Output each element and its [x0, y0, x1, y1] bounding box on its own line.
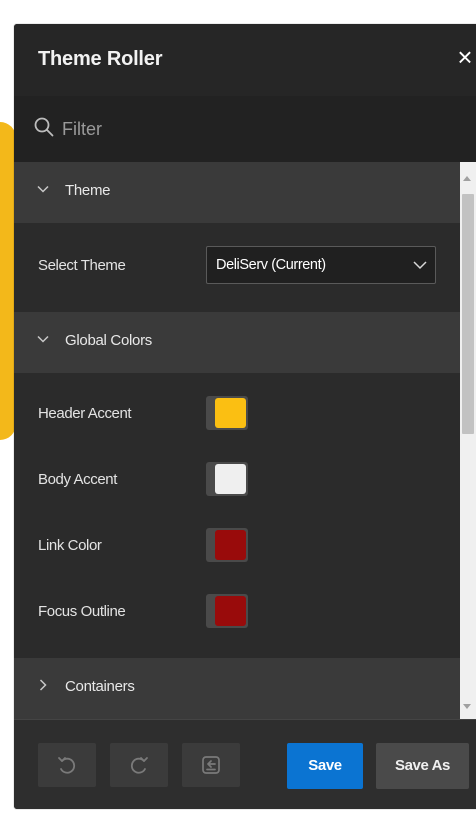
section-label-theme: Theme — [65, 182, 111, 199]
footer-divider — [14, 719, 476, 720]
section-label-global-colors: Global Colors — [65, 332, 152, 349]
filter-input[interactable] — [62, 114, 442, 144]
focus-outline-label: Focus Outline — [38, 603, 126, 620]
header-accent-color-fill — [215, 398, 246, 428]
chevron-down-icon — [413, 261, 427, 270]
theme-select[interactable]: DeliServ (Current) — [206, 246, 436, 284]
link-color-label: Link Color — [38, 537, 102, 554]
scroll-down-arrow-icon[interactable] — [463, 704, 471, 709]
section-header-containers[interactable]: Containers — [14, 658, 460, 719]
section-header-global-colors[interactable]: Global Colors — [14, 312, 460, 373]
section-header-theme[interactable]: Theme — [14, 162, 460, 223]
search-icon — [34, 117, 54, 137]
focus-outline-color-fill — [215, 596, 246, 626]
header-accent-swatch[interactable] — [206, 396, 248, 430]
chevron-down-icon — [37, 335, 49, 343]
body-accent-color-fill — [215, 464, 246, 494]
undo-button[interactable] — [38, 743, 96, 787]
theme-select-value: DeliServ (Current) — [216, 257, 326, 273]
redo-button[interactable] — [110, 743, 168, 787]
save-button[interactable]: Save — [287, 743, 363, 789]
link-color-fill — [215, 530, 246, 560]
reset-button[interactable] — [182, 743, 240, 787]
select-theme-label: Select Theme — [38, 257, 126, 274]
redo-icon — [130, 757, 148, 774]
body-accent-swatch[interactable] — [206, 462, 248, 496]
undo-icon — [58, 757, 76, 774]
body-accent-label: Body Accent — [38, 471, 117, 488]
save-as-button[interactable]: Save As — [376, 743, 469, 789]
section-label-containers: Containers — [65, 678, 135, 695]
filter-bar — [14, 96, 476, 162]
close-icon: × — [457, 42, 473, 72]
settings-panel: Theme Select Theme DeliServ (Current) Gl… — [14, 162, 460, 719]
theme-roller-dialog: Theme Roller × Theme Select Theme DeliSe… — [14, 24, 476, 809]
focus-outline-swatch[interactable] — [206, 594, 248, 628]
scroll-up-arrow-icon[interactable] — [463, 176, 471, 181]
panel-scrollbar[interactable] — [460, 162, 476, 719]
reset-icon — [202, 756, 220, 774]
header-accent-label: Header Accent — [38, 405, 132, 422]
chevron-down-icon — [37, 185, 49, 193]
dialog-footer: Save Save As — [14, 719, 476, 809]
dialog-titlebar: Theme Roller × — [14, 24, 476, 96]
dialog-title: Theme Roller — [38, 48, 163, 70]
close-button[interactable]: × — [454, 42, 476, 72]
scrollbar-thumb[interactable] — [462, 194, 474, 434]
chevron-right-icon — [39, 679, 47, 691]
link-color-swatch[interactable] — [206, 528, 248, 562]
